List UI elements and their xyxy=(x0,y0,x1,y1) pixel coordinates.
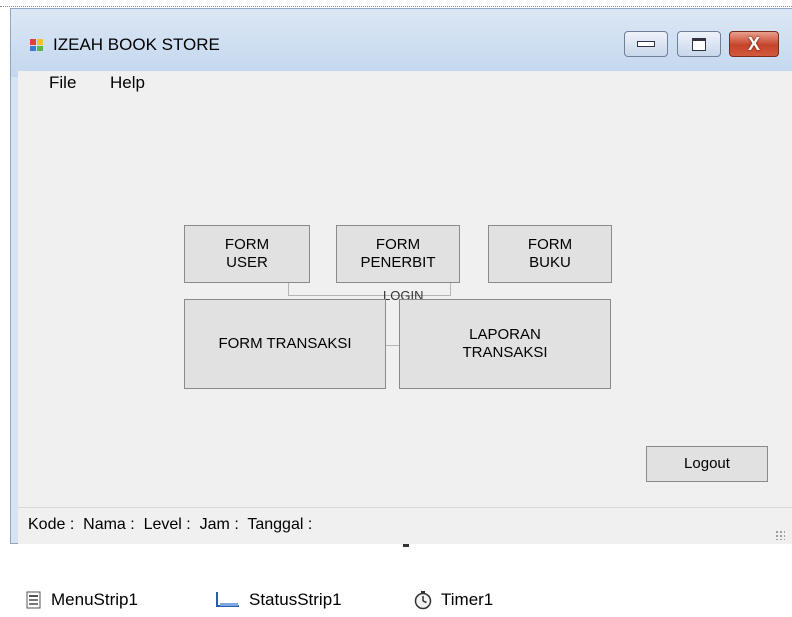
connector-line xyxy=(450,282,451,296)
tray-menustrip[interactable]: MenuStrip1 xyxy=(25,590,138,610)
window-title: IZEAH BOOK STORE xyxy=(53,35,220,54)
component-tray: MenuStrip1 StatusStrip1 Timer1 xyxy=(0,544,792,617)
form-client-area: File Help LOGIN FORM USER FORM PENERBIT … xyxy=(18,71,792,546)
form-buku-button[interactable]: FORM BUKU xyxy=(488,225,612,283)
status-labels: Kode : Nama : Level : Jam : Tanggal : xyxy=(28,516,313,533)
tray-statusstrip[interactable]: StatusStrip1 xyxy=(215,590,342,610)
app-icon xyxy=(30,39,43,51)
minimize-button[interactable] xyxy=(624,31,668,57)
maximize-button[interactable] xyxy=(677,31,721,57)
menu-bar: File Help xyxy=(18,71,792,101)
close-icon: X xyxy=(747,33,760,54)
connector-line xyxy=(288,282,289,296)
connector-line xyxy=(288,295,451,296)
tray-statusstrip-label: StatusStrip1 xyxy=(249,590,342,609)
logout-button[interactable]: Logout xyxy=(646,446,768,482)
resize-grip-icon[interactable] xyxy=(775,530,785,540)
menu-help[interactable]: Help xyxy=(104,73,151,93)
dotted-divider xyxy=(0,6,792,7)
tray-timer[interactable]: Timer1 xyxy=(413,590,493,610)
status-strip: Kode : Nama : Level : Jam : Tanggal : xyxy=(18,507,792,546)
form-penerbit-button[interactable]: FORM PENERBIT xyxy=(336,225,460,283)
tray-handle xyxy=(403,544,409,547)
menu-file[interactable]: File xyxy=(43,73,82,93)
tray-menustrip-label: MenuStrip1 xyxy=(51,590,138,609)
top-clipped-strip xyxy=(0,0,792,8)
tray-timer-label: Timer1 xyxy=(441,590,494,609)
laporan-transaksi-button[interactable]: LAPORAN TRANSAKSI xyxy=(399,299,611,389)
timer-icon xyxy=(414,591,432,610)
maximize-icon xyxy=(692,37,706,51)
minimize-icon xyxy=(637,41,655,47)
close-button[interactable]: X xyxy=(729,31,779,57)
app-window: IZEAH BOOK STORE X File Help LOGIN FORM … xyxy=(10,8,792,546)
menustrip-icon xyxy=(26,591,41,609)
title-bar[interactable]: IZEAH BOOK STORE X xyxy=(11,9,792,77)
form-user-button[interactable]: FORM USER xyxy=(184,225,310,283)
statusstrip-icon xyxy=(216,592,239,607)
form-transaksi-button[interactable]: FORM TRANSAKSI xyxy=(184,299,386,389)
